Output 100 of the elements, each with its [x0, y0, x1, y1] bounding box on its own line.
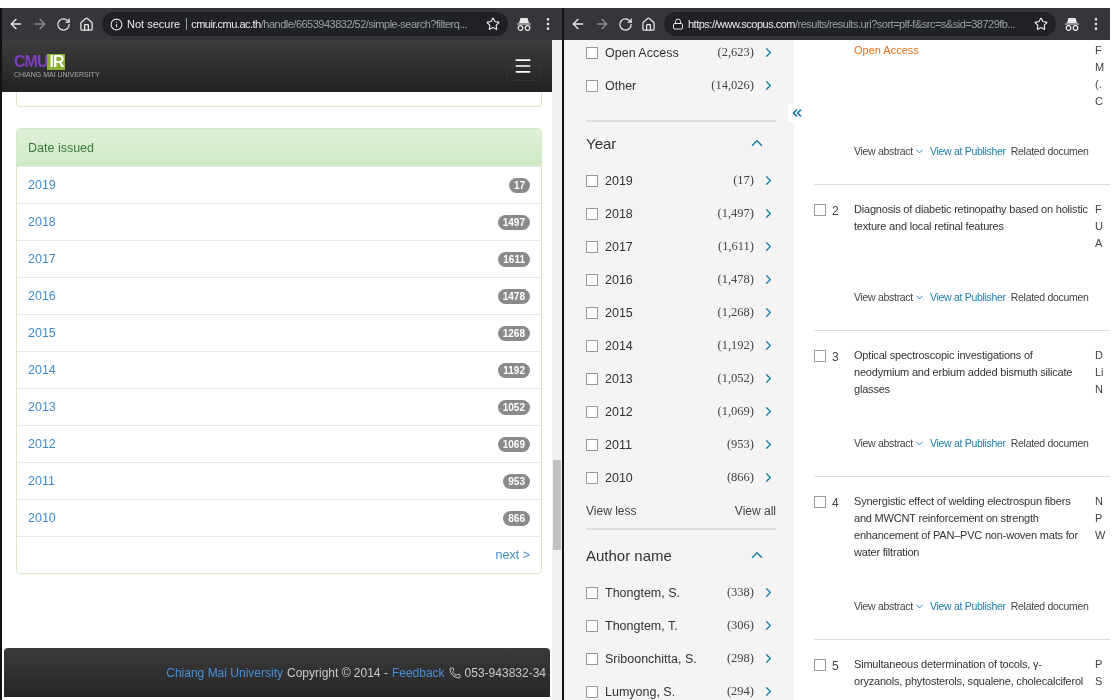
checkbox[interactable]	[814, 350, 826, 362]
checkbox[interactable]	[586, 685, 598, 698]
result-detail: C	[1095, 94, 1104, 109]
view-at-publisher-link[interactable]: View at Publisher	[929, 291, 1006, 303]
star-icon[interactable]	[486, 17, 500, 31]
result-title[interactable]: Synergistic effect of welding electrospun fibers and MWCNT reinforcement on strength enhancement of PAN–PVC non-woven mats for water filtration	[854, 493, 1089, 561]
next-link[interactable]: next >	[495, 548, 530, 562]
checkbox[interactable]	[586, 652, 598, 665]
year-link[interactable]: 2014	[28, 363, 56, 377]
filter-count: (866)	[726, 470, 754, 485]
count-badge: 1497	[497, 214, 530, 230]
view-abstract-link[interactable]: View abstract	[854, 145, 913, 157]
count-badge: 1268	[497, 325, 530, 341]
phone-number: 053-943832-34	[464, 665, 546, 680]
checkbox[interactable]	[586, 619, 598, 632]
year-link[interactable]: 2012	[28, 437, 56, 451]
filter-label: 2014	[605, 338, 634, 353]
checkbox[interactable]	[586, 339, 598, 352]
year-link[interactable]: 2016	[28, 289, 56, 303]
count-badge: 1478	[497, 288, 530, 304]
home-icon[interactable]	[641, 16, 656, 32]
view-at-publisher-link[interactable]: View at Publisher	[929, 437, 1006, 449]
year-link[interactable]: 2019	[28, 178, 56, 192]
filter-label: Open Access	[605, 45, 680, 60]
filter-label: Thongtem, S.	[605, 585, 682, 600]
filter-count: (294)	[726, 684, 754, 699]
forward-icon[interactable]	[594, 16, 610, 32]
scrollbar[interactable]	[552, 40, 562, 700]
university-link[interactable]: Chiang Mai University	[166, 665, 283, 680]
filter-count: (1,497)	[717, 206, 754, 221]
year-link[interactable]: 2011	[28, 474, 55, 488]
filter-label: Sriboonchitta, S.	[605, 651, 698, 666]
filter-label: 2011	[605, 437, 633, 452]
checkbox[interactable]	[586, 405, 598, 418]
reload-icon[interactable]	[56, 16, 71, 32]
view-at-publisher-link[interactable]: View at Publisher	[929, 600, 1006, 612]
incognito-icon[interactable]	[1064, 17, 1080, 31]
year-link[interactable]: 2015	[28, 326, 56, 340]
filter-label: Thongtem, T.	[605, 618, 679, 633]
checkbox[interactable]	[586, 174, 598, 187]
related-documents-link[interactable]: Related documen	[1010, 145, 1089, 157]
view-all-link[interactable]: View all	[734, 504, 776, 518]
result-title[interactable]: Simultaneous determination of tocols, γ-oryzanols, phytosterols, squalene, cholecalciferol	[854, 656, 1089, 690]
year-link[interactable]: 2010	[28, 511, 56, 525]
filter-label: Other	[605, 78, 638, 93]
checkbox[interactable]	[586, 471, 598, 484]
count-badge: 953	[503, 473, 530, 489]
year-link[interactable]: 2013	[28, 400, 56, 414]
result-title[interactable]: Diagnosis of diabetic retinopathy based on holistic texture and local retinal features	[854, 201, 1089, 252]
address-bar[interactable]: https://www.scopus.com/results/results.uri?sort=plf-f&src=s&sid=38729fb...	[664, 12, 1056, 36]
result-detail: P	[1095, 511, 1104, 526]
year-link[interactable]: 2018	[28, 215, 56, 229]
result-title[interactable]: Optical spectroscopic investigations of neodymium and erbium added bismuth silicate glasses	[854, 347, 1089, 398]
checkbox[interactable]	[586, 240, 598, 253]
view-at-publisher-link[interactable]: View at Publisher	[929, 145, 1006, 157]
checkbox[interactable]	[586, 306, 598, 319]
checkbox[interactable]	[586, 207, 598, 220]
result-number: 3	[832, 350, 839, 364]
result-detail: Li	[1095, 365, 1104, 380]
filter-title: Author name	[586, 546, 672, 564]
checkbox[interactable]	[586, 438, 598, 451]
checkbox[interactable]	[586, 79, 598, 92]
security-label: Not secure	[127, 18, 188, 30]
count-badge: 1192	[498, 362, 530, 378]
filter-count: (1,478)	[717, 272, 754, 287]
filter-count: (1,192)	[717, 338, 754, 353]
checkbox[interactable]	[814, 659, 826, 671]
feedback-link[interactable]: Feedback	[391, 665, 445, 680]
incognito-icon[interactable]	[516, 17, 532, 31]
address-bar[interactable]: Not secure cmuir.cmu.ac.th/handle/6653943832/52/simple-search?filterq...	[102, 12, 508, 36]
view-abstract-link[interactable]: View abstract	[854, 600, 913, 612]
open-access-label: Open Access	[854, 43, 920, 58]
back-icon[interactable]	[570, 16, 586, 32]
filter-count: (1,052)	[717, 371, 754, 386]
view-abstract-link[interactable]: View abstract	[854, 437, 913, 449]
reload-icon[interactable]	[618, 16, 633, 32]
scroll-thumb[interactable]	[553, 460, 561, 550]
info-icon[interactable]	[110, 17, 123, 31]
filter-count: (298)	[726, 651, 754, 666]
forward-icon[interactable]	[32, 16, 48, 32]
checkbox[interactable]	[814, 496, 826, 508]
checkbox[interactable]	[586, 273, 598, 286]
home-icon[interactable]	[79, 16, 94, 32]
checkbox[interactable]	[586, 372, 598, 385]
view-less-link[interactable]: View less	[586, 504, 637, 518]
filter-count: (953)	[726, 437, 754, 452]
related-documents-link[interactable]: Related documen	[1010, 437, 1089, 449]
star-icon[interactable]	[1034, 17, 1048, 31]
checkbox[interactable]	[586, 586, 598, 599]
view-abstract-link[interactable]: View abstract	[854, 291, 913, 303]
checkbox[interactable]	[586, 46, 598, 59]
related-documents-link[interactable]: Related documen	[1010, 600, 1089, 612]
back-icon[interactable]	[8, 16, 24, 32]
filter-count: (1,611)	[718, 239, 754, 254]
result-detail: F	[1095, 43, 1103, 58]
checkbox[interactable]	[814, 204, 826, 216]
result-number: 2	[832, 204, 839, 218]
related-documents-link[interactable]: Related documen	[1010, 291, 1089, 303]
phone-icon	[448, 666, 461, 679]
year-link[interactable]: 2017	[28, 252, 56, 266]
